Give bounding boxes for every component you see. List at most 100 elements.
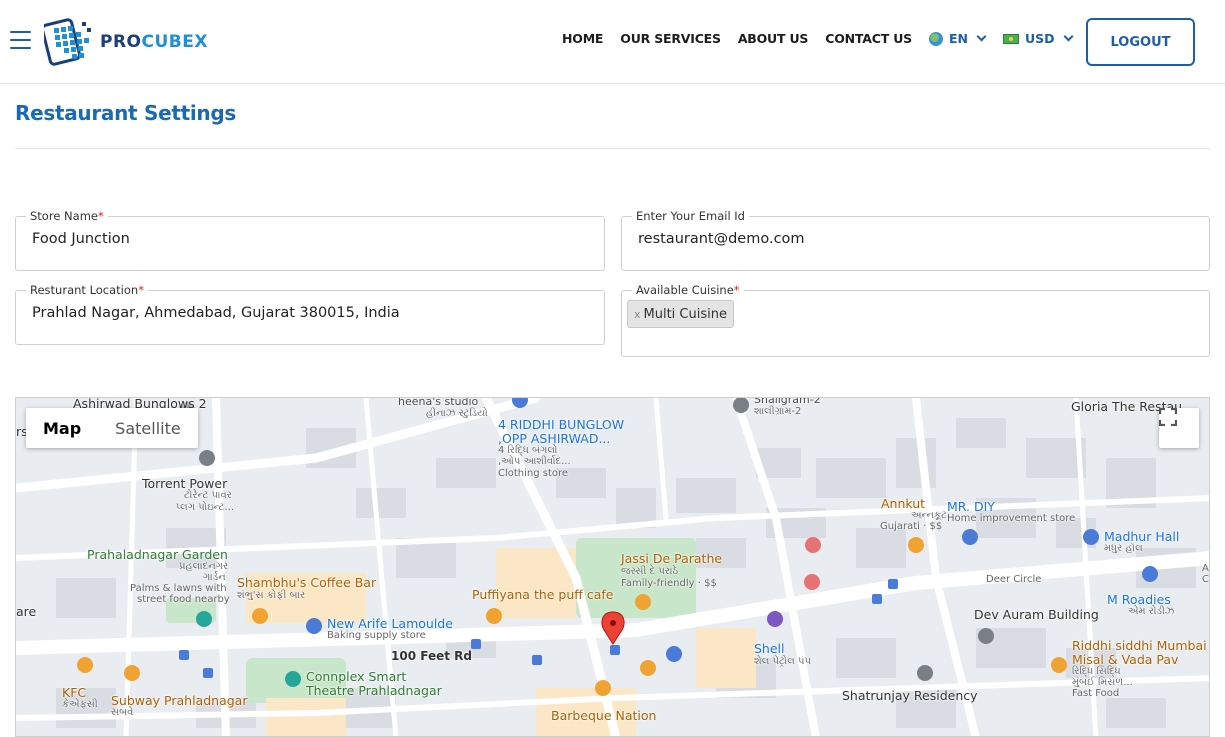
map-label: હીનાઝ સ્ટુડિયો: [426, 408, 488, 419]
map-label: are: [16, 604, 37, 619]
main-nav: HOME OUR SERVICES ABOUT US CONTACT US EN…: [562, 31, 1090, 46]
map-label: Misal & Vada Pav: [1072, 652, 1179, 667]
map-label: ટોરેન્ટ પાવર: [184, 490, 232, 501]
map-label: Home improvement store: [947, 513, 1076, 524]
map-label: Baking supply store: [327, 630, 426, 641]
email-label: Enter Your Email Id: [636, 209, 745, 223]
logo-text-cubex: CUBEX: [141, 32, 208, 52]
map-label: Family-friendly · $$: [621, 578, 717, 589]
map-label: શંભુ'સ કોફી બાર: [237, 590, 306, 601]
map-road-label: 100 Feet Rd: [391, 649, 472, 663]
map-type-satellite-button[interactable]: Satellite: [98, 408, 198, 448]
globe-icon: [928, 31, 943, 46]
map-label: ,ઓપ આશીર્વાદ...: [498, 456, 571, 467]
map-label: New Arife Lamoulde: [327, 616, 453, 631]
required-asterisk: *: [97, 209, 104, 223]
map-label: Prahaladnagar Garden: [87, 547, 228, 562]
hamburger-menu-icon[interactable]: [10, 31, 31, 50]
map-label: 4 રિદ્ધિ બંગલો: [498, 445, 558, 456]
page-title: Restaurant Settings: [15, 101, 236, 125]
email-input[interactable]: [638, 231, 1193, 247]
chevron-down-icon: [1063, 31, 1073, 42]
map-label: અન્નકૂટ: [911, 510, 947, 521]
map-label: શાલીગ્રામ-2: [754, 406, 802, 417]
map-label: ,OPP ASHIRWAD...: [498, 431, 611, 446]
nav-contact-us[interactable]: CONTACT US: [825, 31, 912, 46]
chevron-down-icon: [976, 31, 987, 42]
cuisine-label: Available Cuisine*: [632, 283, 744, 297]
map-type-control: Map Satellite: [26, 408, 198, 448]
map-label: Fast Food: [1072, 688, 1120, 699]
map-label: Shatrunjay Residency: [842, 688, 978, 703]
map-label: Deer Circle: [986, 574, 1042, 585]
map-label: heena's studio: [398, 397, 479, 408]
map-label: Connplex Smart: [306, 669, 407, 684]
top-header: PROCUBEX HOME OUR SERVICES ABOUT US CONT…: [0, 0, 1225, 84]
procubex-logo[interactable]: PROCUBEX: [44, 16, 208, 68]
map-label: Gujarati · $$: [880, 521, 943, 532]
map-label: જસ્સી દે પરાઠે: [621, 566, 679, 577]
title-divider: [15, 148, 1210, 149]
location-field: Resturant Location*: [15, 283, 605, 345]
cube-logo-icon: [44, 18, 91, 66]
location-map[interactable]: Ashirwad Bunglows 2 heena's studio હીનાઝ…: [15, 397, 1210, 737]
map-label: Annkut: [881, 496, 926, 511]
map-label: Theatre Prahladnagar: [306, 683, 442, 698]
map-label: Clothing store: [498, 468, 569, 479]
map-label: Anar: [1202, 563, 1209, 574]
map-label: સબવે: [111, 707, 134, 718]
map-label: શેલ પેટ્રોલ પંપ: [754, 656, 811, 667]
map-label: Cro: [1202, 574, 1209, 585]
fullscreen-icon: [1159, 408, 1177, 426]
map-label: 4 RIDDHI BUNGLOW: [498, 417, 625, 432]
fullscreen-button[interactable]: [1159, 408, 1199, 448]
logo-text-pro: PRO: [100, 32, 142, 52]
map-label: KFC: [62, 685, 87, 700]
logout-button[interactable]: LOGOUT: [1086, 18, 1195, 66]
map-label: એમ રોડીઝ: [1128, 606, 1175, 617]
map-label: Puffiyana the puff cafe: [472, 587, 614, 602]
cuisine-field: Available Cuisine* x Multi Cuisine: [621, 283, 1210, 357]
currency-selector[interactable]: USD: [1002, 31, 1073, 46]
store-name-label: Store Name*: [26, 209, 108, 223]
map-label: Jassi De Parathe: [621, 551, 723, 566]
map-label: Barbeque Nation: [551, 708, 657, 723]
location-label-text: Resturant Location: [30, 283, 139, 297]
money-icon: [1002, 33, 1019, 44]
nav-about-us[interactable]: ABOUT US: [738, 31, 809, 46]
required-asterisk: *: [733, 283, 740, 297]
logo-wordmark: PROCUBEX: [100, 32, 208, 52]
map-label: ગાર્ડન: [203, 572, 226, 583]
map-type-map-button[interactable]: Map: [26, 408, 98, 448]
map-label: Riddhi siddhi Mumbai: [1072, 638, 1207, 653]
map-label: Dev Auram Building: [974, 607, 1099, 622]
cuisine-label-text: Available Cuisine: [636, 283, 734, 297]
store-name-field: Store Name*: [15, 209, 605, 271]
map-label: MR. DIY: [947, 499, 995, 514]
language-selector[interactable]: EN: [928, 31, 987, 46]
map-label: Palms & lawns with: [130, 583, 227, 594]
map-label: Madhur Hall: [1104, 529, 1180, 544]
map-label: Torrent Power: [142, 476, 228, 491]
cuisine-tag: x Multi Cuisine: [627, 300, 734, 328]
location-input[interactable]: [32, 305, 588, 321]
store-name-label-text: Store Name: [30, 209, 98, 223]
location-label: Resturant Location*: [26, 283, 148, 297]
map-label: રિદ્ધિ સિદ્ધિ: [1072, 666, 1121, 677]
map-label: Shambhu's Coffee Bar: [237, 575, 377, 590]
map-label: મુંબઈ મિસળ...: [1072, 677, 1133, 688]
map-label: પ્રહલાદનગર: [179, 561, 229, 572]
language-value: EN: [948, 31, 968, 46]
remove-tag-icon[interactable]: x: [634, 308, 641, 321]
nav-our-services[interactable]: OUR SERVICES: [620, 31, 721, 46]
map-label: Subway Prahladnagar: [111, 693, 248, 708]
required-asterisk: *: [138, 283, 144, 297]
map-label: M Roadies: [1107, 592, 1171, 607]
cuisine-tag-label: Multi Cuisine: [643, 306, 727, 322]
store-name-input[interactable]: [32, 231, 588, 247]
map-label: પ્લગ પોઇન્ટ...: [176, 502, 234, 513]
email-field: Enter Your Email Id: [621, 209, 1210, 271]
map-label: Shell: [754, 641, 785, 656]
nav-home[interactable]: HOME: [562, 31, 603, 46]
map-label: street food nearby: [137, 594, 230, 605]
